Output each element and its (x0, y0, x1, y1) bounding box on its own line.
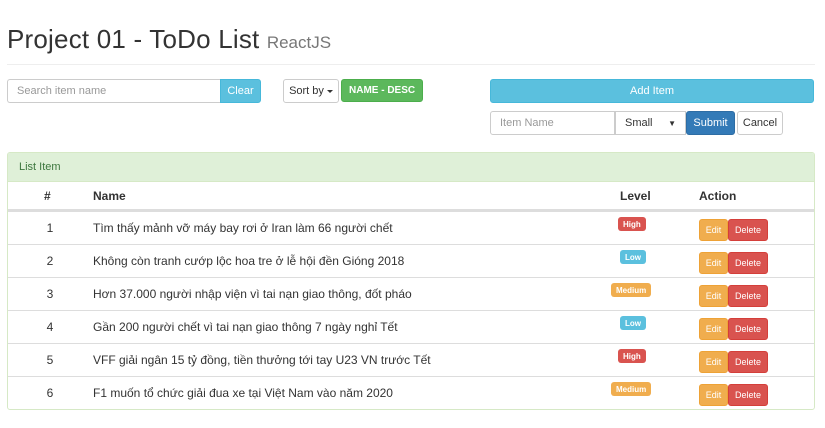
sort-by-label: Sort by (289, 85, 324, 97)
delete-button[interactable]: Delete (728, 285, 768, 307)
level-badge: Medium (611, 283, 652, 297)
row-name: F1 muốn tổ chức giải đua xe tại Việt Nam… (93, 386, 393, 400)
edit-button[interactable]: Edit (699, 318, 728, 340)
table-row: 6 F1 muốn tổ chức giải đua xe tại Việt N… (8, 376, 814, 409)
level-badge: High (618, 349, 646, 363)
level-badge: High (618, 217, 646, 231)
table-row: 4 Gần 200 người chết vì tai nạn giao thô… (8, 310, 814, 343)
row-name: Gần 200 người chết vì tai nạn giao thông… (93, 320, 398, 334)
add-item-button[interactable]: Add Item (490, 79, 814, 103)
level-select[interactable]: Small ▼ (615, 111, 686, 135)
table-row: 3 Hơn 37.000 người nhập viện vì tai nạn … (8, 277, 814, 310)
edit-button[interactable]: Edit (699, 384, 728, 406)
page-title: Project 01 - ToDo List ReactJS (7, 24, 331, 55)
column-header-action: Action (699, 189, 737, 203)
clear-button[interactable]: Clear (220, 79, 261, 103)
caret-down-icon (326, 89, 333, 93)
table-row: 2 Không còn tranh cướp lộc hoa tre ở lễ … (8, 244, 814, 277)
delete-button[interactable]: Delete (728, 384, 768, 406)
sort-by-button[interactable]: Sort by (283, 79, 339, 103)
panel-heading: List Item (8, 153, 814, 182)
row-name: VFF giải ngân 15 tỷ đồng, tiền thưởng tớ… (93, 353, 431, 367)
table-row: 5 VFF giải ngân 15 tỷ đồng, tiền thưởng … (8, 343, 814, 376)
level-badge: Low (620, 250, 646, 264)
select-arrow-icon: ▼ (668, 118, 676, 128)
row-number: 3 (46, 287, 54, 301)
column-header-name: Name (93, 189, 126, 203)
row-number: 2 (46, 254, 54, 268)
level-badge: Medium (611, 382, 652, 396)
row-number: 4 (46, 320, 54, 334)
row-name: Hơn 37.000 người nhập viện vì tai nạn gi… (93, 287, 412, 301)
row-number: 1 (46, 221, 54, 235)
column-header-level: Level (620, 189, 651, 203)
row-name: Không còn tranh cướp lộc hoa tre ở lễ hộ… (93, 254, 405, 268)
row-number: 6 (46, 386, 54, 400)
level-select-value: Small (625, 117, 653, 129)
item-name-input[interactable] (490, 111, 615, 135)
delete-button[interactable]: Delete (728, 351, 768, 373)
edit-button[interactable]: Edit (699, 219, 728, 241)
table-row: 1 Tìm thấy mảnh vỡ máy bay rơi ở Iran là… (8, 211, 814, 244)
edit-button[interactable]: Edit (699, 351, 728, 373)
delete-button[interactable]: Delete (728, 252, 768, 274)
level-badge: Low (620, 316, 646, 330)
search-group: Clear (7, 79, 261, 103)
header-divider (7, 64, 815, 65)
submit-button[interactable]: Submit (686, 111, 735, 135)
row-name: Tìm thấy mảnh vỡ máy bay rơi ở Iran làm … (93, 221, 393, 235)
edit-button[interactable]: Edit (699, 252, 728, 274)
page-title-text: Project 01 - ToDo List (7, 24, 260, 54)
delete-button[interactable]: Delete (728, 318, 768, 340)
delete-button[interactable]: Delete (728, 219, 768, 241)
edit-button[interactable]: Edit (699, 285, 728, 307)
page-subtitle: ReactJS (266, 33, 332, 52)
search-input[interactable] (7, 79, 220, 103)
column-header-number: # (44, 189, 51, 203)
cancel-button[interactable]: Cancel (737, 111, 783, 135)
list-panel: List Item # Name Level Action 1 Tìm thấy… (7, 152, 815, 410)
row-number: 5 (46, 353, 54, 367)
sort-current-label: NAME - DESC (341, 79, 424, 102)
